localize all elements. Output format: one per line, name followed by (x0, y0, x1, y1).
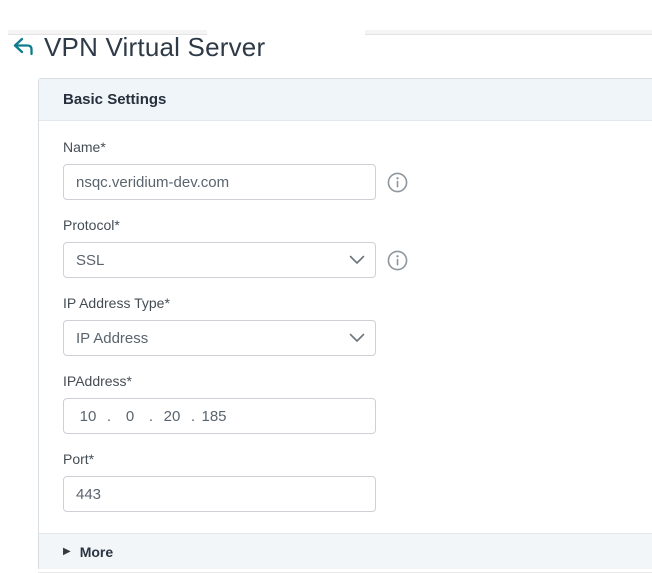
ip-separator: . (101, 408, 117, 425)
protocol-info-button[interactable] (386, 249, 408, 271)
panel-header: Basic Settings (39, 79, 652, 121)
top-remnant-strip-left (8, 30, 207, 35)
ip-address-type-field-group: IP Address Type* IP Address (63, 295, 628, 356)
chevron-down-icon (349, 333, 365, 343)
port-input-value: 443 (76, 486, 101, 503)
chevron-down-icon (349, 255, 365, 265)
page-title: VPN Virtual Server (44, 32, 265, 63)
ip-address-type-label: IP Address Type* (63, 295, 628, 311)
expand-triangle-icon: ▶ (63, 547, 71, 557)
ip-separator: . (143, 408, 159, 425)
info-icon (387, 172, 408, 193)
port-field-group: Port* 443 (63, 451, 628, 512)
ip-separator: . (185, 408, 201, 425)
ip-address-type-select-value: IP Address (76, 330, 148, 347)
page-title-row: VPN Virtual Server (10, 30, 652, 64)
basic-settings-panel: Basic Settings Name* nsqc.veridium-dev.c… (38, 78, 652, 569)
top-remnant-strip-right (365, 30, 652, 35)
panel-body: Name* nsqc.veridium-dev.com (39, 121, 652, 512)
ip-octet-4[interactable]: 185 (201, 408, 227, 425)
name-input[interactable]: nsqc.veridium-dev.com (63, 164, 376, 200)
ip-octet-2[interactable]: 0 (117, 408, 143, 425)
ip-address-input[interactable]: 10 . 0 . 20 . 185 (63, 398, 376, 434)
ip-octet-1[interactable]: 10 (75, 408, 101, 425)
name-label: Name* (63, 139, 628, 155)
protocol-select[interactable]: SSL (63, 242, 376, 278)
protocol-field-group: Protocol* SSL (63, 217, 628, 278)
ip-address-field-group: IPAddress* 10 . 0 . 20 . 185 (63, 373, 628, 434)
port-input[interactable]: 443 (63, 476, 376, 512)
back-button[interactable] (10, 34, 36, 60)
name-field-group: Name* nsqc.veridium-dev.com (63, 139, 628, 200)
info-icon (387, 250, 408, 271)
ip-address-label: IPAddress* (63, 373, 628, 389)
name-input-value: nsqc.veridium-dev.com (76, 174, 229, 191)
protocol-select-value: SSL (76, 252, 104, 269)
name-info-button[interactable] (386, 171, 408, 193)
protocol-label: Protocol* (63, 217, 628, 233)
more-label: More (80, 544, 113, 560)
back-arrow-icon (11, 35, 35, 59)
ip-address-type-select[interactable]: IP Address (63, 320, 376, 356)
ip-octet-3[interactable]: 20 (159, 408, 185, 425)
more-expander[interactable]: ▶ More (39, 533, 652, 569)
port-label: Port* (63, 451, 628, 467)
